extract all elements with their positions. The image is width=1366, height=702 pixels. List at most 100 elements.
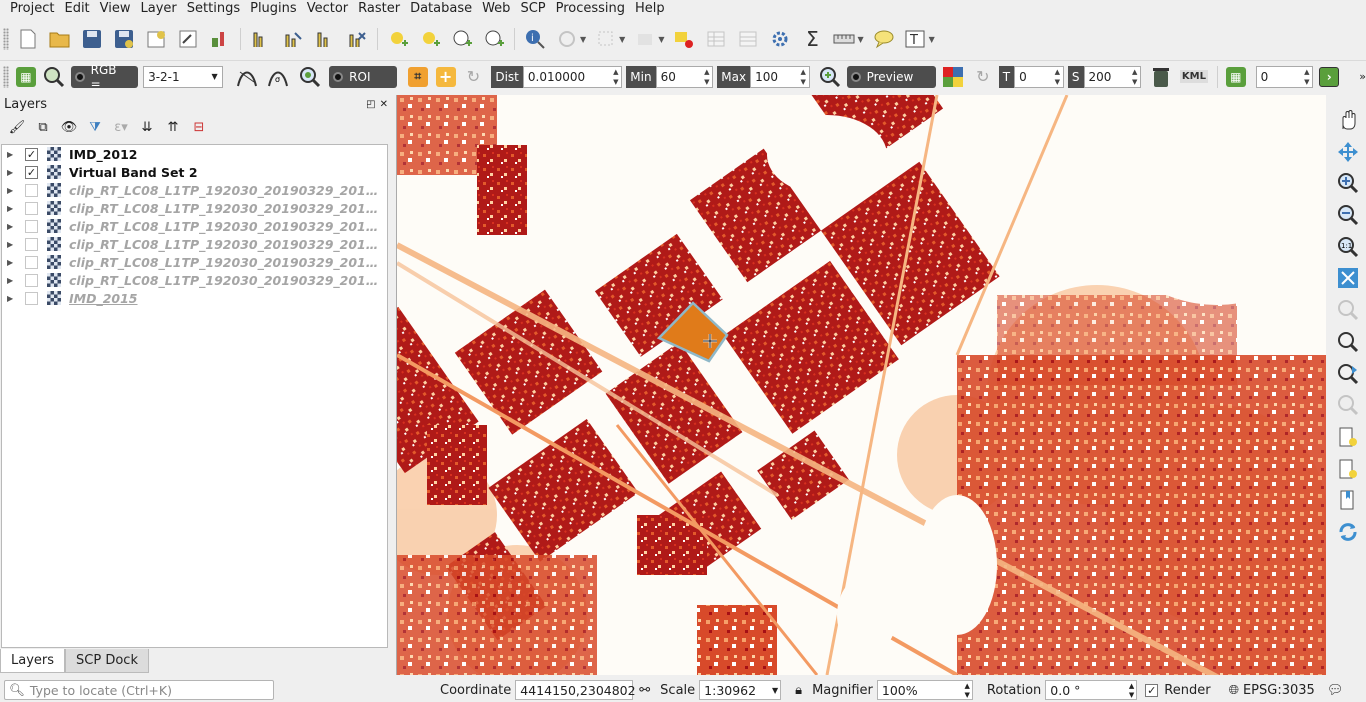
identify-icon[interactable]: i: [523, 27, 547, 51]
menu-scp[interactable]: SCP: [515, 0, 550, 18]
pan-hand-icon[interactable]: [1335, 107, 1361, 133]
menu-processing[interactable]: Processing: [551, 0, 630, 18]
render-checkbox[interactable]: ✓: [1145, 683, 1159, 697]
lock-scale-icon[interactable]: 🔒︎: [795, 683, 802, 698]
scp-dock-icon[interactable]: ▦: [14, 65, 38, 89]
zoom-full-icon[interactable]: [1335, 265, 1361, 291]
local-std-stretch-icon[interactable]: σ: [266, 65, 290, 89]
zoom-last-icon[interactable]: [1335, 361, 1361, 387]
spin-arrows-icon[interactable]: ▲ ▼: [1052, 67, 1063, 87]
chevron-down-icon[interactable]: ▼: [658, 35, 664, 44]
menu-view[interactable]: View: [95, 0, 136, 18]
chevron-down-icon[interactable]: ▼: [619, 35, 625, 44]
select-by-value-icon[interactable]: [633, 27, 657, 51]
magnifier-spinbox[interactable]: 100% ▲ ▼: [876, 680, 973, 700]
show-bookmarks-icon[interactable]: [1335, 456, 1361, 482]
zoom-native-resolution-icon[interactable]: 1:1: [1335, 234, 1361, 260]
expand-all-icon[interactable]: ⇊: [136, 120, 158, 135]
chevron-down-icon[interactable]: ▼: [929, 35, 935, 44]
add-vector-icon[interactable]: [418, 27, 442, 51]
menu-project[interactable]: Project: [0, 0, 59, 18]
layer-row-clip[interactable]: ▶ clip_RT_LC08_L1TP_192030_20190329_2019…: [2, 181, 387, 199]
layer-visibility-checkbox[interactable]: [25, 291, 38, 305]
tab-layers[interactable]: Layers: [0, 649, 66, 673]
attribute-table-icon[interactable]: [704, 27, 728, 51]
text-annotation-icon[interactable]: T: [904, 27, 928, 51]
spin-arrows-icon[interactable]: ▲ ▼: [1301, 67, 1312, 87]
zoom-to-roi-icon[interactable]: [298, 65, 322, 89]
spin-arrows-icon[interactable]: ▲ ▼: [798, 67, 809, 87]
menu-database[interactable]: Database: [405, 0, 477, 18]
histogram-arrow-icon[interactable]: [281, 27, 305, 51]
layer-row-clip[interactable]: ▶ clip_RT_LC08_L1TP_192030_20190329_2019…: [2, 217, 387, 235]
layer-visibility-checkbox[interactable]: [25, 255, 38, 269]
select-features-icon[interactable]: [594, 27, 618, 51]
toolbar-overflow-icon[interactable]: »: [1359, 70, 1366, 83]
spin-arrows-icon[interactable]: ▲ ▼: [1129, 67, 1140, 87]
menu-layer[interactable]: Layer: [136, 0, 182, 18]
redo-preview-icon[interactable]: ↻: [971, 65, 995, 89]
redo-roi-icon[interactable]: ↻: [462, 65, 486, 89]
zoom-to-layer-icon[interactable]: [1335, 329, 1361, 355]
new-project-icon[interactable]: [16, 27, 40, 51]
min-spinbox[interactable]: 60 ▲ ▼: [655, 65, 714, 88]
locator-search-input[interactable]: 🔍︎ Type to locate (Ctrl+K): [4, 680, 274, 700]
chevron-down-icon[interactable]: ▼: [857, 35, 863, 44]
zoom-out-icon[interactable]: [1335, 202, 1361, 228]
add-layer-icon[interactable]: [386, 27, 410, 51]
zoom-to-image-icon[interactable]: [42, 65, 66, 89]
expand-arrow-icon[interactable]: ▶: [7, 276, 21, 285]
manual-roi-icon[interactable]: ⌗: [406, 65, 430, 89]
rotation-spinbox[interactable]: 0.0 ° ▲ ▼: [1045, 680, 1138, 700]
layout-manager-icon[interactable]: [176, 27, 200, 51]
stretch-icon[interactable]: [313, 27, 337, 51]
remove-layer-icon[interactable]: ⊟: [188, 120, 210, 135]
add-roi-point-icon[interactable]: +: [434, 65, 458, 89]
histogram-icon[interactable]: [249, 27, 273, 51]
save-project-icon[interactable]: [80, 27, 104, 51]
spin-arrows-icon[interactable]: ▲ ▼: [1129, 681, 1134, 699]
toolbar-grip[interactable]: [3, 28, 9, 50]
menu-raster[interactable]: Raster: [353, 0, 405, 18]
save-as-icon[interactable]: [112, 27, 136, 51]
new-bookmark-icon[interactable]: [1335, 424, 1361, 450]
layer-row-clip[interactable]: ▶ clip_RT_LC08_L1TP_192030_20190329_2019…: [2, 271, 387, 289]
run-feature-action-icon[interactable]: [555, 27, 579, 51]
layer-visibility-checkbox[interactable]: [25, 237, 38, 251]
expand-arrow-icon[interactable]: ▶: [7, 240, 21, 249]
tab-scp-dock[interactable]: SCP Dock: [65, 649, 149, 673]
max-spinbox[interactable]: 100 ▲ ▼: [750, 65, 810, 88]
layer-row-imd-2012[interactable]: ▶ ✓ IMD_2012: [2, 145, 387, 163]
add-wms-icon[interactable]: [482, 27, 506, 51]
expand-arrow-icon[interactable]: ▶: [7, 222, 21, 231]
layer-visibility-checkbox[interactable]: ✓: [25, 147, 38, 161]
zoom-to-selection-icon[interactable]: [1335, 297, 1361, 323]
menu-web[interactable]: Web: [477, 0, 515, 18]
crs-button[interactable]: EPSG:3035: [1243, 683, 1315, 698]
expand-arrow-icon[interactable]: ▶: [7, 150, 21, 159]
rgb-combo[interactable]: 3-2-1 ▼: [143, 65, 223, 88]
layer-row-virtual-band-set[interactable]: ▶ ✓ Virtual Band Set 2: [2, 163, 387, 181]
style-layer-icon[interactable]: 🖌: [6, 120, 28, 135]
layer-visibility-checkbox[interactable]: ✓: [25, 165, 38, 179]
remove-temp-files-icon[interactable]: [1149, 65, 1173, 89]
collapse-all-icon[interactable]: ⇈: [162, 120, 184, 135]
filter-legend-icon[interactable]: ⧩: [84, 120, 106, 135]
expand-arrow-icon[interactable]: ▶: [7, 294, 21, 303]
layer-visibility-checkbox[interactable]: [25, 201, 38, 215]
classification-preview-icon[interactable]: [941, 65, 965, 89]
layer-row-clip[interactable]: ▶ clip_RT_LC08_L1TP_192030_20190329_2019…: [2, 199, 387, 217]
expand-arrow-icon[interactable]: ▶: [7, 168, 21, 177]
scale-combo[interactable]: 1:30962 ▼: [699, 680, 782, 700]
kml-export-button[interactable]: KML: [1179, 65, 1209, 89]
deselect-all-icon[interactable]: [672, 27, 696, 51]
zoom-next-icon[interactable]: [1335, 392, 1361, 418]
band-spinbox[interactable]: 0 ▲ ▼: [1255, 65, 1314, 88]
measure-line-icon[interactable]: [832, 27, 856, 51]
zoom-in-icon[interactable]: [1335, 170, 1361, 196]
local-cumulative-stretch-icon[interactable]: [235, 65, 259, 89]
layer-visibility-checkbox[interactable]: [25, 219, 38, 233]
extents-toggle-icon[interactable]: ⚯: [639, 683, 650, 698]
open-project-icon[interactable]: [48, 27, 72, 51]
pan-to-selection-icon[interactable]: [1335, 139, 1361, 165]
